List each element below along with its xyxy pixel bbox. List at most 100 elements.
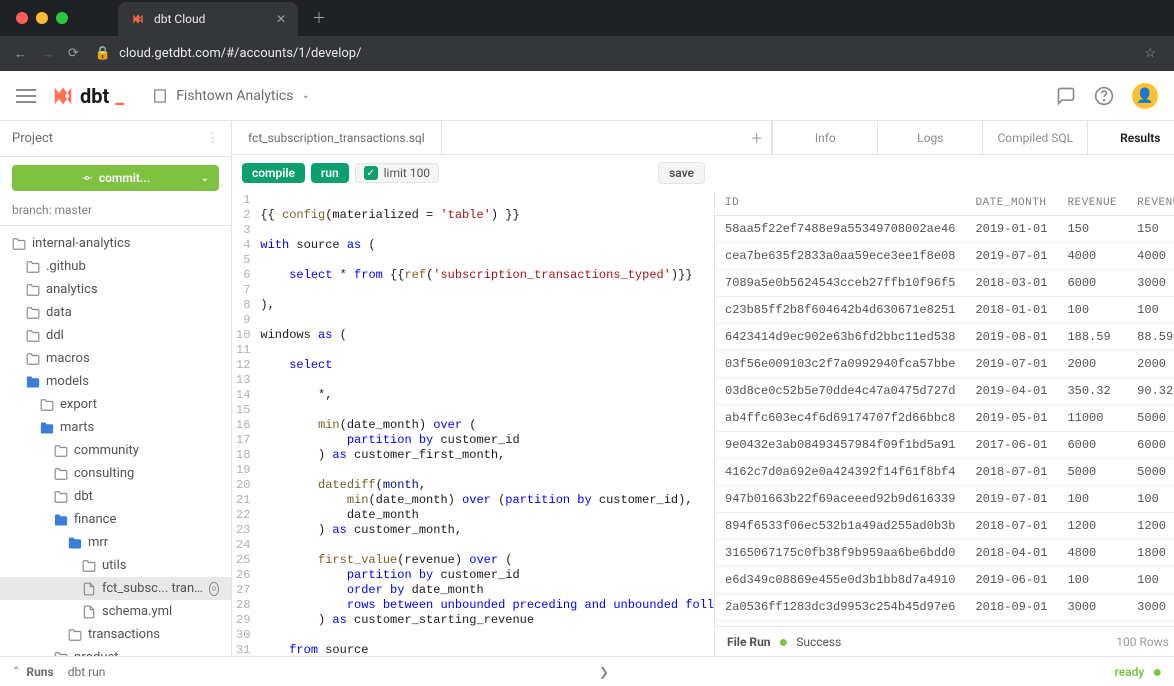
table-row[interactable]: 03f56e009103c2f7a0992940fca57bbe2019-07-…	[715, 351, 1174, 378]
table-row[interactable]: 6423414d9ec902e63b6fd2bbc11ed5382019-08-…	[715, 324, 1174, 351]
dbt-logo[interactable]: dbt_	[52, 84, 124, 108]
table-row[interactable]: cea7be635f2833a0aa59ece3ee1f8e082019-07-…	[715, 243, 1174, 270]
workspace-switcher[interactable]: Fishtown Analytics ⌄	[152, 88, 310, 104]
file-tree: internal-analytics.github analytics data dd…	[0, 226, 231, 656]
table-row[interactable]: c23b85ff2b8f604642b4d630671e82512018-01-…	[715, 297, 1174, 324]
nav-back-icon[interactable]: ←	[14, 46, 27, 62]
folder-icon	[26, 260, 40, 274]
hamburger-menu-icon[interactable]	[16, 89, 36, 103]
table-row[interactable]: 2a0536ff1283dc3d9953c254b45d97e62018-09-…	[715, 594, 1174, 621]
tree-folder[interactable]: .github	[0, 255, 231, 278]
browser-chrome: dbt Cloud ✕ ＋ ← → ⟳ 🔒 cloud.getdbt.com/#…	[0, 0, 1174, 71]
table-row[interactable]: 03d8ce0c52b5e70dde4c47a0475d727d2019-04-…	[715, 378, 1174, 405]
tree-folder[interactable]: models	[0, 370, 231, 393]
result-tab-logs[interactable]: Logs	[878, 121, 983, 154]
table-row[interactable]: ab4ffc603ec4f6d69174707f2d66bbc82019-05-…	[715, 405, 1174, 432]
compile-button[interactable]: compile	[242, 163, 305, 183]
tree-item-label: export	[60, 397, 97, 412]
tree-folder[interactable]: product	[0, 646, 231, 656]
window-controls[interactable]	[16, 12, 68, 24]
table-row[interactable]: 58aa5f22ef7488e9a55349708002ae462019-01-…	[715, 216, 1174, 243]
tree-file[interactable]: fct_subsc... transactions.sql○	[0, 577, 231, 600]
folder-icon	[54, 467, 68, 481]
tree-item-label: consulting	[74, 466, 134, 481]
modified-badge: ○	[209, 582, 219, 596]
tree-item-label: data	[46, 305, 72, 320]
table-row[interactable]: 7089a5e0b5624543cceb27ffb10f96f52018-03-…	[715, 270, 1174, 297]
runs-toggle[interactable]: ⌃ Runs	[12, 665, 54, 679]
run-status: Success	[796, 635, 841, 649]
column-header[interactable]: REVENUE_CHA	[1127, 191, 1174, 216]
sidebar-title: Project	[12, 131, 53, 146]
chevron-down-icon: ⌄	[201, 173, 209, 184]
tree-folder[interactable]: marts	[0, 416, 231, 439]
tree-file[interactable]: schema.yml	[0, 600, 231, 623]
user-avatar[interactable]: 👤	[1132, 83, 1158, 109]
table-row[interactable]: 947b01663b22f69aceeed92b9d6163392019-07-…	[715, 486, 1174, 513]
tree-folder[interactable]: finance	[0, 508, 231, 531]
help-icon[interactable]	[1094, 86, 1114, 106]
table-row[interactable]: 9e0432e3ab08493457984f09f1bd5a912017-06-…	[715, 432, 1174, 459]
commit-button[interactable]: commit... ⌄	[12, 165, 219, 191]
url-text[interactable]: cloud.getdbt.com/#/accounts/1/develop/	[119, 46, 361, 61]
tree-item-label: mrr	[88, 535, 108, 550]
limit-toggle[interactable]: ✓ limit 100	[355, 163, 439, 183]
building-icon	[152, 88, 168, 104]
tree-folder[interactable]: export	[0, 393, 231, 416]
folder-icon	[54, 651, 68, 657]
chevron-down-icon: ⌄	[301, 90, 309, 101]
editor-file-tab[interactable]: fct_subscription_transactions.sql	[232, 121, 442, 154]
column-header[interactable]: ID	[715, 191, 965, 216]
app-header: dbt_ Fishtown Analytics ⌄ 👤	[0, 71, 1174, 121]
chevron-right-icon[interactable]: ❯	[599, 665, 609, 679]
folder-icon	[68, 628, 82, 642]
save-button[interactable]: save	[658, 162, 705, 184]
result-tab-compiled-sql[interactable]: Compiled SQL	[983, 121, 1088, 154]
folder-icon	[54, 490, 68, 504]
bookmark-star-icon[interactable]: ☆	[1144, 46, 1156, 61]
add-tab-button[interactable]: ＋	[742, 121, 772, 154]
tree-folder[interactable]: utils	[0, 554, 231, 577]
table-row[interactable]: 4162c7d0a692e0a424392f14f61f8bf42018-07-…	[715, 459, 1174, 486]
tree-item-label: analytics	[46, 282, 98, 297]
nav-reload-icon[interactable]: ⟳	[68, 46, 79, 62]
table-row[interactable]: 3165067175c0fb38f9b959aa6be6bdd02018-04-…	[715, 540, 1174, 567]
results-footer: File Run ● Success 100 Rows 2.0 sec	[715, 626, 1174, 656]
table-row[interactable]: 894f6533f06ec532b1a49ad255ad0b3b2018-07-…	[715, 513, 1174, 540]
tree-folder[interactable]: macros	[0, 347, 231, 370]
close-tab-icon[interactable]: ✕	[276, 12, 286, 26]
tree-folder[interactable]: analytics	[0, 278, 231, 301]
dbt-mark-icon	[52, 85, 74, 107]
folder-icon	[26, 352, 40, 366]
table-row[interactable]: e6d349c08869e455e0d3b1bb8d7a49102019-06-…	[715, 567, 1174, 594]
folder-icon	[40, 398, 54, 412]
code-editor[interactable]: 1234567891011121314151617181920212223242…	[232, 191, 715, 656]
result-tab-results[interactable]: Results	[1088, 121, 1174, 154]
run-button[interactable]: run	[311, 163, 349, 183]
sidebar-menu-icon[interactable]: ⋮	[206, 131, 219, 146]
browser-tab[interactable]: dbt Cloud ✕	[118, 2, 298, 36]
tree-folder[interactable]: consulting	[0, 462, 231, 485]
tree-folder[interactable]: data	[0, 301, 231, 324]
new-tab-button[interactable]: ＋	[312, 8, 326, 28]
column-header[interactable]: REVENUE	[1057, 191, 1127, 216]
comment-icon[interactable]	[1056, 86, 1076, 106]
result-tab-info[interactable]: Info	[773, 121, 878, 154]
folder-icon	[26, 283, 40, 297]
column-header[interactable]: DATE_MONTH	[965, 191, 1057, 216]
tree-folder[interactable]: community	[0, 439, 231, 462]
tree-folder[interactable]: internal-analytics	[0, 232, 231, 255]
nav-forward-icon: →	[41, 46, 54, 62]
tree-folder[interactable]: mrr	[0, 531, 231, 554]
tree-item-label: models	[46, 374, 89, 389]
tree-item-label: ddl	[46, 328, 64, 343]
tree-folder[interactable]: ddl	[0, 324, 231, 347]
tree-folder[interactable]: transactions	[0, 623, 231, 646]
tree-item-label: dbt	[74, 489, 93, 504]
tree-item-label: community	[74, 443, 139, 458]
tree-item-label: marts	[60, 420, 94, 435]
tree-folder[interactable]: dbt	[0, 485, 231, 508]
tree-item-label: macros	[46, 351, 90, 366]
results-table[interactable]: IDDATE_MONTHREVENUEREVENUE_CHA58aa5f22ef…	[715, 191, 1174, 626]
folder-open-icon	[68, 536, 82, 550]
